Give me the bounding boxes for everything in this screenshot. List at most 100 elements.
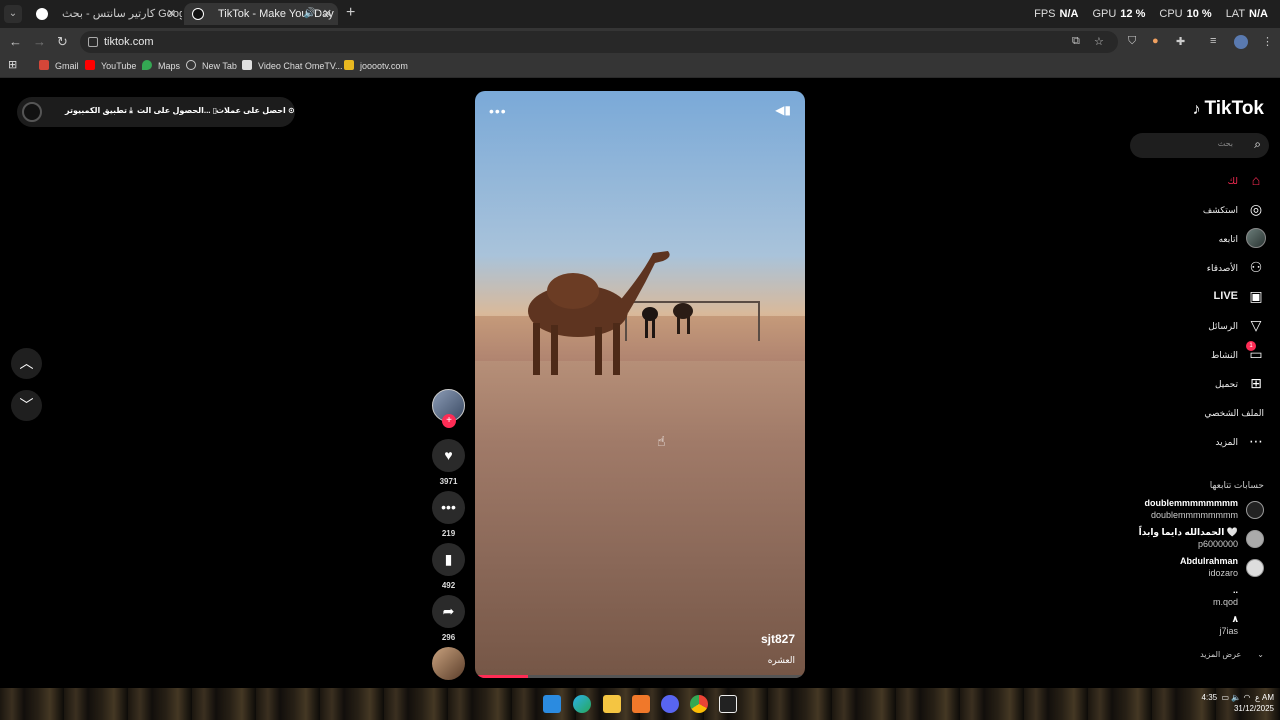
gpu-value: 12 % bbox=[1120, 8, 1146, 20]
reload-button[interactable]: ↻ bbox=[57, 34, 68, 50]
pc-app-button[interactable]: تطبيق الكمبيوتر ⤓ bbox=[65, 106, 133, 116]
see-more-button[interactable]: عرض المزيد ⌄ bbox=[1184, 650, 1264, 659]
video-author-username[interactable]: sjt827 bbox=[761, 632, 795, 646]
get-coins-button[interactable]: احصل على عملات ⊙ bbox=[216, 106, 295, 115]
account-avatar bbox=[1246, 559, 1264, 577]
tiktok-logo[interactable]: ♪ TikTok bbox=[1193, 98, 1264, 120]
mouse-cursor-icon: ☝ bbox=[657, 433, 666, 449]
sidebar-item-messages[interactable]: الرسائل ▽ bbox=[1084, 317, 1264, 337]
audio-playing-icon[interactable]: 🔊 bbox=[304, 3, 316, 25]
new-tab-button[interactable]: + bbox=[346, 4, 355, 22]
compass-icon: ◎ bbox=[1249, 201, 1263, 217]
sidebar-item-following[interactable]: اتابعه bbox=[1084, 228, 1266, 250]
battery-icon[interactable]: ▭ bbox=[1222, 693, 1230, 702]
google-favicon-icon bbox=[36, 8, 48, 20]
performance-overlay: FPS N/A GPU 12 % CPU 10 % LAT N/A bbox=[1034, 8, 1268, 20]
sidebar-item-for-you[interactable]: لك ⌂ bbox=[1084, 172, 1264, 192]
bookmark-new-tab[interactable]: New Tab bbox=[186, 60, 237, 71]
video-more-options-icon[interactable]: ••• bbox=[489, 103, 507, 119]
tab-google-search[interactable]: كارتير سانتس - بحث Google ✕ bbox=[28, 3, 182, 25]
share-button[interactable]: ➦ 296 bbox=[432, 595, 465, 642]
following-account[interactable]: الحمدالله دايما وابداً 🤍 p6000000 bbox=[1104, 527, 1264, 553]
following-account[interactable]: doublemmmmmmmm doublemmmmmmmm bbox=[1104, 498, 1264, 524]
sound-avatar-button[interactable] bbox=[432, 647, 465, 680]
sidebar-item-label: الملف الشخصي bbox=[1204, 408, 1264, 418]
account-handle: idozaro bbox=[1208, 568, 1238, 578]
ometv-icon bbox=[242, 60, 252, 70]
file-explorer-icon[interactable] bbox=[603, 695, 621, 713]
close-tab-icon[interactable]: ✕ bbox=[167, 3, 176, 25]
system-tray[interactable]: ع ◠ 🔈 ▭ 4:35 AM 31/12/2025 bbox=[1202, 692, 1274, 714]
following-account[interactable]: ۸ j7ias bbox=[1104, 614, 1264, 640]
sidebar-item-activity[interactable]: النشاط ▭ 1 bbox=[1084, 341, 1264, 366]
windows-start-icon[interactable] bbox=[543, 695, 561, 713]
save-button[interactable]: ▮ 492 bbox=[432, 543, 465, 590]
follow-plus-icon[interactable]: + bbox=[442, 414, 456, 428]
previous-video-button[interactable]: ︿ bbox=[11, 348, 42, 379]
profile-avatar[interactable] bbox=[1234, 35, 1248, 49]
sidebar-item-profile[interactable]: الملف الشخصي bbox=[1084, 404, 1264, 424]
app-a-icon[interactable] bbox=[632, 695, 650, 713]
bookmark-joooo[interactable]: jooootv.com bbox=[344, 60, 408, 71]
see-more-label: عرض المزيد bbox=[1200, 650, 1242, 659]
comment-button[interactable]: ••• 219 bbox=[432, 491, 465, 538]
edge-browser-icon[interactable] bbox=[573, 695, 591, 713]
extension-icon[interactable]: ● bbox=[1152, 35, 1159, 47]
lat-label: LAT bbox=[1225, 8, 1246, 20]
site-info-icon[interactable] bbox=[88, 37, 98, 47]
sidebar-item-explore[interactable]: استكشف ◎ bbox=[1084, 201, 1264, 221]
tiktok-app-icon[interactable] bbox=[719, 695, 737, 713]
chevron-down-icon: ﹀ bbox=[19, 397, 34, 413]
video-progress-bar[interactable] bbox=[475, 675, 805, 678]
following-account[interactable]: .. m.qod bbox=[1104, 585, 1264, 611]
forward-button[interactable]: → bbox=[33, 34, 46, 49]
sidebar-item-upload[interactable]: تحميل ⊞ bbox=[1084, 375, 1264, 395]
shield-extension-icon[interactable]: ⛉ bbox=[1128, 35, 1136, 48]
user-avatar[interactable] bbox=[22, 102, 42, 122]
install-app-icon[interactable]: ⧉ bbox=[1072, 35, 1080, 48]
reading-list-icon[interactable]: ≡ bbox=[1210, 35, 1216, 47]
sidebar-item-more[interactable]: المزيد ⋯ bbox=[1084, 433, 1264, 453]
bookmark-ometv[interactable]: Video Chat OmeTV... bbox=[242, 60, 343, 71]
apps-grid-icon[interactable]: ⊞ bbox=[8, 58, 17, 71]
address-bar[interactable]: tiktok.com bbox=[80, 31, 1118, 53]
background-camels bbox=[642, 303, 693, 338]
video-progress-fill bbox=[475, 675, 528, 678]
activity-chat-icon: ▭ 1 bbox=[1246, 341, 1264, 362]
chrome-icon[interactable] bbox=[690, 695, 708, 713]
sound-disc-icon bbox=[432, 647, 465, 680]
tab-strip: ⌄ كارتير سانتس - بحث Google ✕ TikTok - M… bbox=[0, 0, 1280, 28]
extensions-puzzle-icon[interactable]: ✚ bbox=[1176, 35, 1185, 48]
close-tab-icon[interactable]: ✕ bbox=[323, 3, 332, 25]
wifi-icon[interactable]: ◠ bbox=[1244, 693, 1251, 702]
clock-date: 31/12/2025 bbox=[1233, 704, 1274, 713]
discord-icon[interactable] bbox=[661, 695, 679, 713]
volume-icon[interactable]: ◀▮ bbox=[775, 103, 791, 117]
bookmark-star-icon[interactable]: ☆ bbox=[1094, 35, 1104, 48]
search-icon[interactable]: ⌕ bbox=[1254, 137, 1261, 152]
like-button[interactable]: ♥ 3971 bbox=[432, 439, 465, 486]
bookmark-youtube[interactable]: YouTube bbox=[85, 60, 136, 71]
tab-tiktok[interactable]: TikTok - Make Your Day 🔊 ✕ bbox=[184, 3, 338, 25]
following-account[interactable]: Abdulrahman idozaro bbox=[1104, 556, 1264, 582]
volume-icon[interactable]: 🔈 bbox=[1231, 693, 1241, 702]
account-avatar bbox=[1246, 530, 1264, 548]
upload-plus-icon: ⊞ bbox=[1250, 375, 1262, 391]
activity-badge: 1 bbox=[1246, 341, 1256, 351]
get-app-button[interactable]: الحصول على الت... ▯ bbox=[137, 106, 217, 115]
back-button[interactable]: ← bbox=[9, 34, 22, 49]
heart-icon: ♥ bbox=[432, 439, 465, 472]
next-video-button[interactable]: ﹀ bbox=[11, 390, 42, 421]
sidebar-item-label: الأصدقاء bbox=[1206, 263, 1238, 273]
sidebar-item-live[interactable]: LIVE ▣ bbox=[1084, 288, 1264, 308]
bookmark-label: YouTube bbox=[101, 61, 137, 71]
video-player[interactable]: ••• ◀▮ sjt827 العشره bbox=[475, 91, 805, 678]
sidebar-item-friends[interactable]: الأصدقاء ⚇ bbox=[1084, 259, 1264, 279]
author-avatar-button[interactable]: + bbox=[432, 389, 465, 428]
search-input[interactable]: بحث ⌕ bbox=[1130, 133, 1269, 158]
bookmark-maps[interactable]: Maps bbox=[142, 60, 180, 71]
bookmark-gmail[interactable]: Gmail bbox=[39, 60, 79, 71]
browser-menu-icon[interactable]: ⋮ bbox=[1262, 35, 1273, 48]
sidebar-item-label: الرسائل bbox=[1208, 321, 1238, 331]
tab-search-button[interactable]: ⌄ bbox=[4, 5, 22, 23]
